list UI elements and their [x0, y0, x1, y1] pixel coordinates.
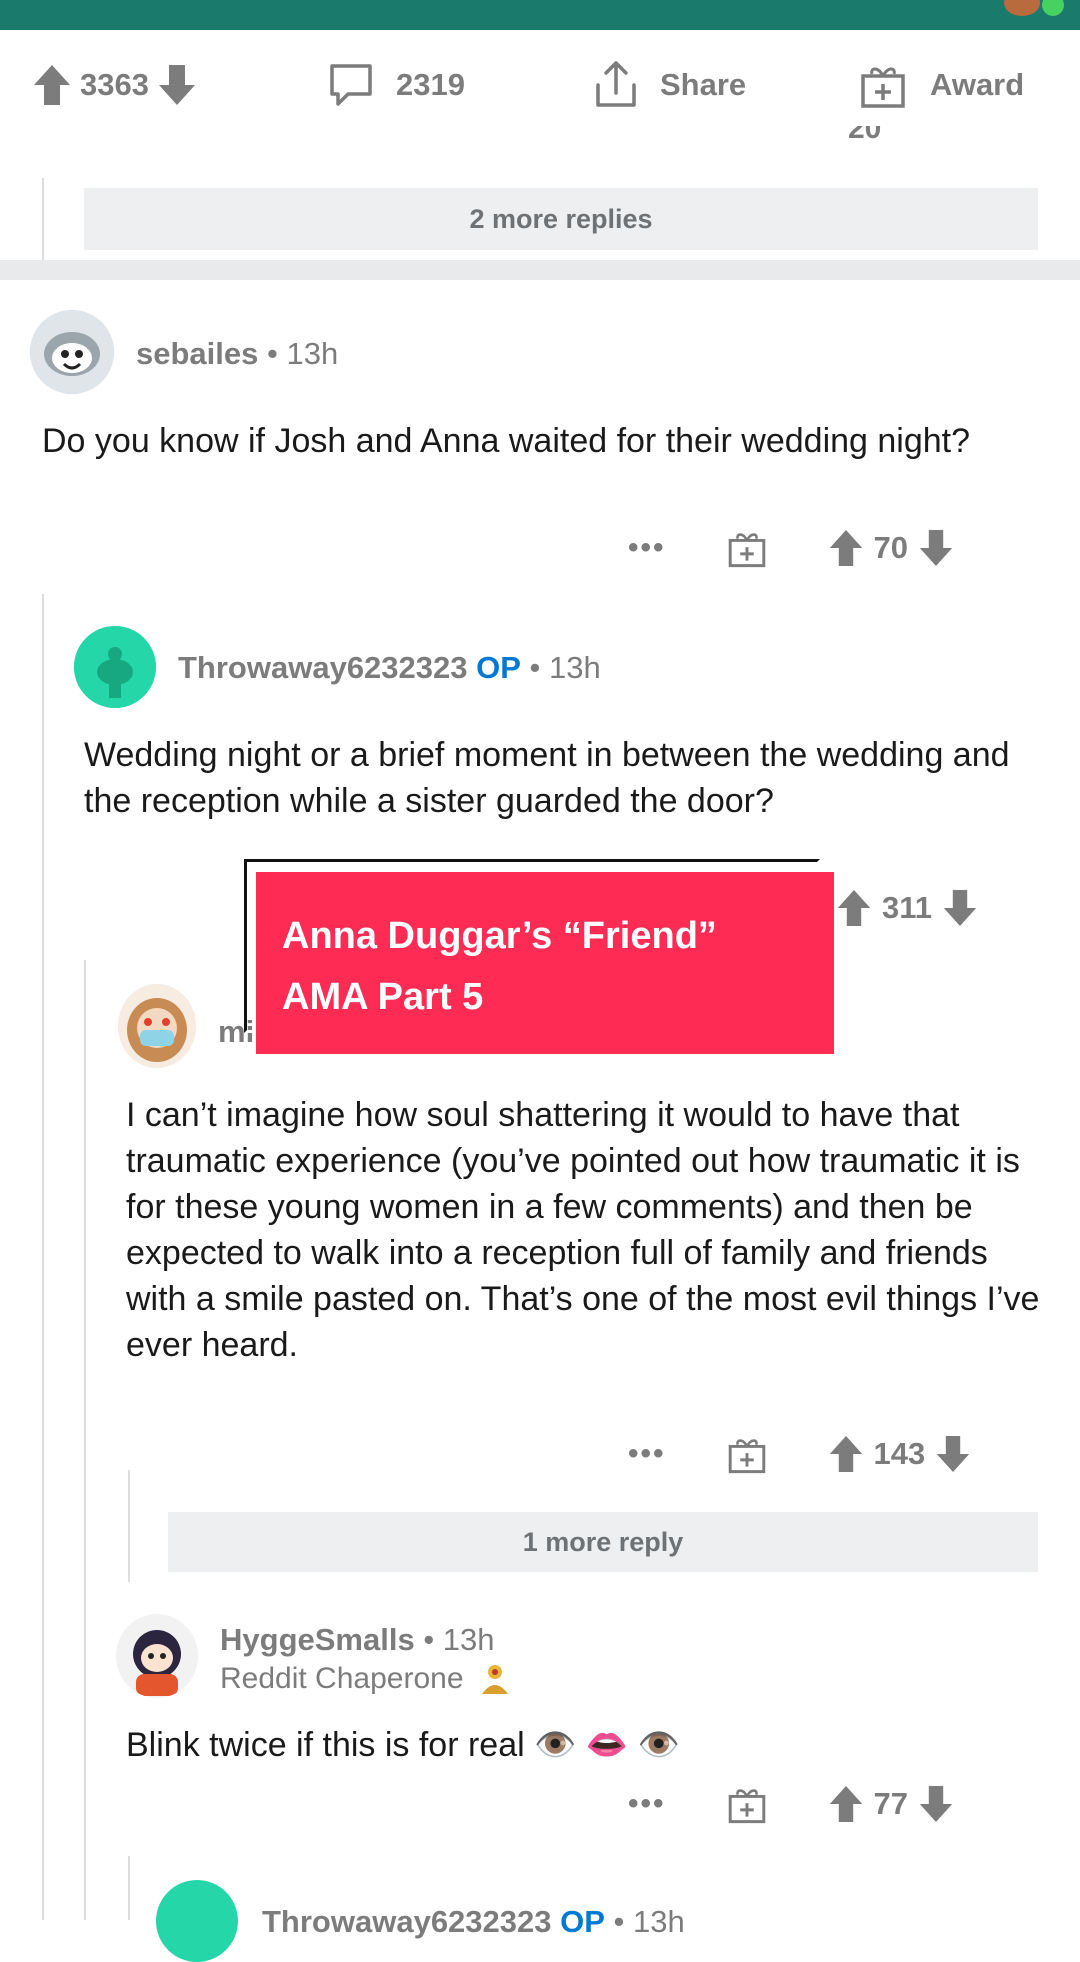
award-button[interactable]: Award	[858, 30, 1032, 140]
banner-line-2: AMA Part 5	[282, 976, 484, 1018]
comment-actions: ••• 77	[628, 1782, 954, 1826]
more-icon[interactable]: •••	[628, 531, 666, 565]
timestamp: 13h	[549, 650, 601, 685]
username[interactable]: HyggeSmalls	[220, 1622, 415, 1657]
snoo-avatar-icon	[74, 626, 156, 708]
upvote-icon[interactable]	[32, 63, 72, 107]
online-indicator	[1042, 0, 1064, 16]
award-icon[interactable]	[726, 527, 768, 569]
upvote-icon[interactable]	[828, 528, 864, 568]
thread-line	[42, 594, 44, 1920]
snoo-avatar-icon	[117, 1616, 197, 1696]
avatar[interactable]	[74, 626, 156, 708]
share-label: Share	[660, 67, 747, 102]
partial-vote-row: 20	[730, 126, 1030, 146]
vote-count: 311	[882, 890, 933, 925]
thread-line	[42, 178, 44, 260]
vote-group: 3363	[32, 30, 197, 140]
post-action-bar: 3363 2319 Share Award	[0, 30, 1080, 140]
comment-meta: HyggeSmalls • 13h	[220, 1622, 495, 1657]
comment-body: Blink twice if this is for real 👁️ 👄 👁️	[126, 1726, 681, 1764]
downvote-icon[interactable]	[157, 63, 197, 107]
comment-meta: sebailes • 13h	[136, 336, 339, 371]
upvote-icon[interactable]	[828, 1784, 864, 1824]
share-button[interactable]: Share	[590, 30, 754, 140]
comment-body: Do you know if Josh and Anna waited for …	[42, 422, 971, 460]
comment-icon	[330, 64, 372, 106]
vote-count: 70	[873, 530, 908, 565]
avatar[interactable]	[116, 1614, 198, 1698]
op-badge: OP	[476, 650, 521, 685]
avatar[interactable]	[30, 310, 114, 394]
post-vote-count: 3363	[80, 67, 149, 102]
more-icon[interactable]: •••	[628, 1787, 666, 1821]
timestamp: 13h	[286, 336, 339, 371]
title-banner: Anna Duggar’s “Friend” AMA Part 5	[256, 872, 834, 1054]
share-icon	[596, 61, 636, 107]
more-icon[interactable]: •••	[628, 1437, 666, 1471]
more-replies-button[interactable]: 1 more reply	[168, 1512, 1038, 1572]
user-avatar[interactable]	[1004, 0, 1040, 16]
comment-actions: ••• 70	[628, 526, 954, 570]
award-icon[interactable]	[726, 1783, 768, 1825]
comment-actions: 311	[836, 886, 978, 930]
thread-line	[128, 1856, 130, 1920]
comment-body: I can’t imagine how soul shattering it w…	[126, 1096, 1040, 1364]
downvote-icon[interactable]	[942, 888, 978, 928]
snoo-avatar-icon	[30, 310, 114, 394]
award-label: Award	[930, 67, 1025, 102]
downvote-icon[interactable]	[918, 1784, 954, 1824]
award-icon	[861, 67, 905, 108]
downvote-icon[interactable]	[918, 528, 954, 568]
username[interactable]: Throwaway6232323	[262, 1904, 552, 1939]
comment-separator	[0, 260, 1080, 280]
thread-line	[128, 1470, 130, 1582]
comments-button[interactable]: 2319	[326, 30, 473, 140]
chaperone-flair-icon	[481, 1665, 508, 1694]
upvote-icon[interactable]	[828, 1434, 864, 1474]
vote-count: 77	[873, 1786, 908, 1821]
username[interactable]: sebailes	[136, 336, 258, 371]
downvote-icon[interactable]	[935, 1434, 971, 1474]
user-flair: Reddit Chaperone	[220, 1662, 512, 1696]
more-replies-button[interactable]: 2 more replies	[84, 188, 1038, 250]
avatar[interactable]	[156, 1880, 238, 1962]
comment-count: 2319	[396, 67, 465, 102]
comment-actions: ••• 143	[628, 1432, 971, 1476]
header-bar	[0, 0, 1080, 30]
timestamp: 13h	[633, 1904, 685, 1939]
banner-line-1: Anna Duggar’s “Friend”	[282, 915, 717, 957]
flair-text: Reddit Chaperone	[220, 1662, 464, 1695]
comment-body: Wedding night or a brief moment in betwe…	[84, 736, 1010, 820]
op-badge: OP	[560, 1904, 605, 1939]
thread-line	[84, 960, 86, 1920]
vote-count: 143	[873, 1436, 926, 1471]
comment-meta: Throwaway6232323 OP • 13h	[262, 1904, 685, 1939]
partial-vote-count: 20	[848, 126, 882, 145]
timestamp: 13h	[442, 1622, 495, 1657]
avatar[interactable]	[118, 984, 196, 1068]
snoo-avatar-icon	[118, 984, 196, 1068]
comment-meta: Throwaway6232323 OP • 13h	[178, 650, 601, 685]
award-icon[interactable]	[726, 1433, 768, 1475]
username[interactable]: Throwaway6232323	[178, 650, 468, 685]
upvote-icon[interactable]	[836, 888, 872, 928]
